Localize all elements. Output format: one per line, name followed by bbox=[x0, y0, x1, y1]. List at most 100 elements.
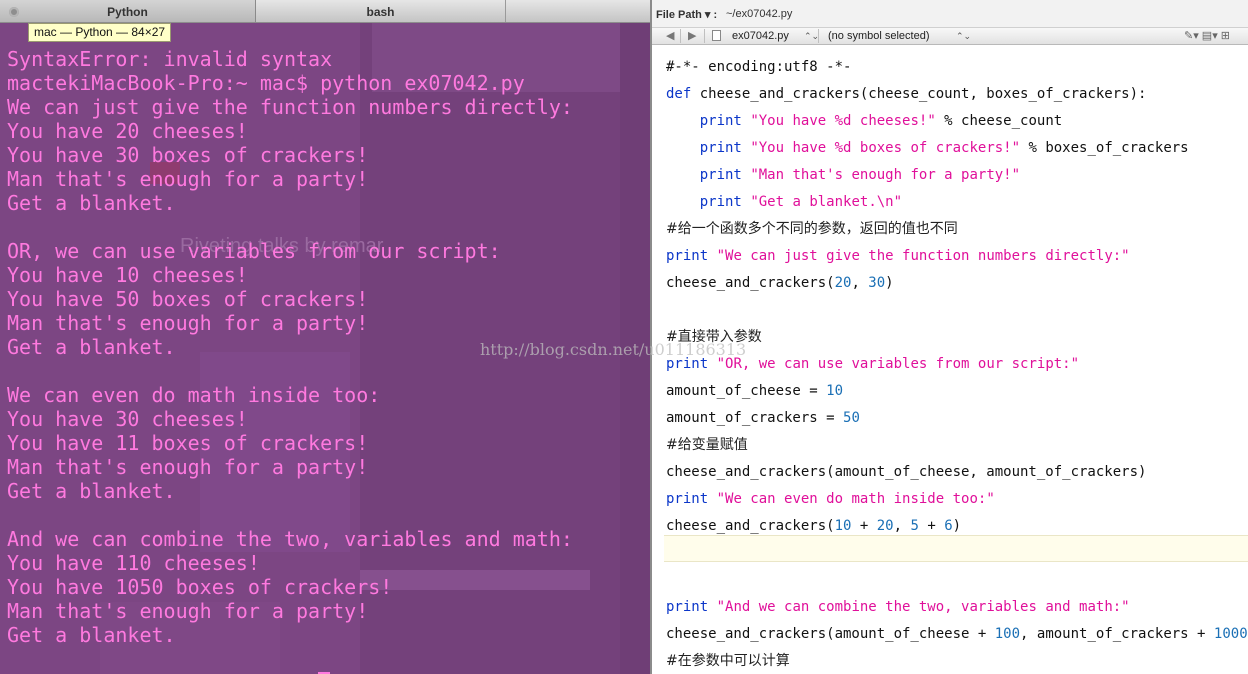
symbol-popup[interactable]: (no symbol selected) bbox=[828, 29, 930, 43]
code-text: amount_of_crackers = bbox=[666, 410, 844, 426]
code-number: 30 bbox=[868, 275, 886, 291]
separator bbox=[818, 29, 819, 43]
terminal-line: We can even do math inside too: bbox=[7, 383, 381, 407]
code-line: #在参数中可以计算 bbox=[666, 648, 790, 674]
code-keyword: print bbox=[699, 194, 742, 210]
terminal-line: Get a blanket. bbox=[7, 191, 176, 215]
terminal-line: You have 30 cheeses! bbox=[7, 407, 248, 431]
code-number: 50 bbox=[843, 410, 860, 426]
editor-toolbar-icons[interactable]: ✎▾ ▤▾ ⊞ bbox=[1184, 29, 1230, 43]
symbol-popup-arrows-icon[interactable]: ⌃⌄ bbox=[956, 29, 971, 43]
code-text: + bbox=[918, 518, 945, 534]
code-line: cheese_and_crackers(20, 30) bbox=[666, 270, 894, 297]
terminal-line: You have 20 cheeses! bbox=[7, 119, 248, 143]
code-text: amount_of_cheese = bbox=[666, 383, 827, 399]
code-line: print "Man that's enough for a party!" bbox=[666, 162, 1020, 189]
code-text: % cheese_count bbox=[935, 113, 1063, 129]
code-number: 5 bbox=[910, 518, 919, 534]
file-path-bar: File Path ▾ : ~/ex07042.py bbox=[652, 0, 1248, 28]
terminal-line: You have 11 boxes of crackers! bbox=[7, 431, 369, 455]
code-string: "We can even do math inside too:" bbox=[716, 491, 995, 507]
code-keyword: def bbox=[666, 86, 692, 102]
tab-close-icon[interactable] bbox=[9, 7, 19, 17]
code-text: + bbox=[851, 518, 877, 534]
code-number: 100 bbox=[994, 626, 1021, 642]
code-line: #-*- encoding:utf8 -*- bbox=[666, 54, 851, 81]
terminal-line: You have 50 boxes of crackers! bbox=[7, 287, 369, 311]
code-string: "OR, we can use variables from our scrip… bbox=[716, 356, 1080, 372]
file-popup-arrows-icon[interactable]: ⌃⌄ bbox=[804, 29, 819, 43]
navigation-bar: ◀ ▶ ex07042.py ⌃⌄ (no symbol selected) ⌃… bbox=[652, 28, 1248, 45]
terminal-line: mactekiMacBook-Pro:~ mac$ python ex07042… bbox=[7, 71, 525, 95]
code-text: , bbox=[851, 275, 869, 291]
terminal-line: You have 10 cheeses! bbox=[7, 263, 248, 287]
terminal-line: OR, we can use variables from our script… bbox=[7, 239, 501, 263]
code-line: print "We can just give the function num… bbox=[666, 243, 1130, 270]
code-line: print "Get a blanket.\n" bbox=[666, 189, 902, 216]
code-line: cheese_and_crackers(10 + 20, 5 + 6) bbox=[666, 513, 961, 540]
code-keyword: print bbox=[699, 167, 742, 183]
terminal-line: And we can combine the two, variables an… bbox=[7, 527, 573, 551]
code-text: cheese_and_crackers( bbox=[666, 275, 835, 291]
tab-python[interactable]: Python bbox=[0, 0, 256, 22]
separator bbox=[704, 29, 705, 43]
tab-python-label: Python bbox=[107, 5, 148, 19]
window-title-tooltip: mac — Python — 84×27 bbox=[28, 23, 172, 42]
terminal-line: Get a blanket. bbox=[7, 479, 176, 503]
code-line: print "We can even do math inside too:" bbox=[666, 486, 995, 513]
code-keyword: print bbox=[666, 491, 709, 507]
code-text: , bbox=[893, 518, 911, 534]
code-string: "And we can combine the two, variables a… bbox=[716, 599, 1130, 615]
code-text: #-*- encoding:utf8 -*- bbox=[666, 59, 852, 75]
code-number: 6 bbox=[944, 518, 953, 534]
code-number: 20 bbox=[876, 518, 894, 534]
file-path-menu[interactable]: File Path ▾ : bbox=[656, 8, 717, 21]
code-line: print "You have %d cheeses!" % cheese_co… bbox=[666, 108, 1062, 135]
back-arrow-icon[interactable]: ◀ bbox=[666, 29, 674, 43]
code-line: #给一个函数多个不同的参数，返回的值也不同 bbox=[666, 216, 958, 243]
file-path-value: ~/ex07042.py bbox=[726, 8, 793, 20]
code-line: print "You have %d boxes of crackers!" %… bbox=[666, 135, 1189, 162]
separator bbox=[680, 29, 681, 43]
code-comment: #给一个函数多个不同的参数，返回的值也不同 bbox=[666, 221, 958, 237]
file-popup[interactable]: ex07042.py bbox=[732, 29, 789, 43]
terminal-tab-bar: Python bash bbox=[0, 0, 650, 23]
code-line: print "And we can combine the two, varia… bbox=[666, 594, 1130, 621]
code-line: cheese_and_crackers(amount_of_cheese + 1… bbox=[666, 621, 1248, 648]
terminal-line: You have 110 cheeses! bbox=[7, 551, 260, 575]
terminal-line: Man that's enough for a party! bbox=[7, 311, 369, 335]
terminal-line: Man that's enough for a party! bbox=[7, 455, 369, 479]
code-string: "You have %d boxes of crackers!" bbox=[750, 140, 1021, 156]
code-text: cheese_and_crackers(cheese_count, boxes_… bbox=[691, 86, 1147, 102]
code-text: ) bbox=[885, 275, 894, 291]
tab-bash[interactable]: bash bbox=[256, 0, 506, 22]
code-editor[interactable]: File Path ▾ : ~/ex07042.py ◀ ▶ ex07042.p… bbox=[650, 0, 1248, 674]
code-text: % boxes_of_crackers bbox=[1020, 140, 1189, 156]
code-line: cheese_and_crackers(amount_of_cheese, am… bbox=[666, 459, 1146, 486]
code-keyword: print bbox=[699, 113, 742, 129]
terminal-line: Man that's enough for a party! bbox=[7, 167, 369, 191]
watermark-text: http://blog.csdn.net/u011186313 bbox=[480, 340, 747, 359]
code-line: def cheese_and_crackers(cheese_count, bo… bbox=[666, 81, 1146, 108]
code-number: 20 bbox=[834, 275, 852, 291]
terminal-line: Man that's enough for a party! bbox=[7, 599, 369, 623]
code-keyword: print bbox=[699, 140, 742, 156]
tab-bash-label: bash bbox=[366, 5, 395, 19]
code-text: , amount_of_crackers + bbox=[1020, 626, 1214, 642]
code-comment: #给变量赋值 bbox=[666, 437, 748, 453]
code-text: cheese_and_crackers(amount_of_cheese + bbox=[666, 626, 995, 642]
terminal-window[interactable]: Riveting talks by remar Python bash mac … bbox=[0, 0, 650, 674]
terminal-line: We can just give the function numbers di… bbox=[7, 95, 573, 119]
terminal-line: You have 1050 boxes of crackers! bbox=[7, 575, 393, 599]
code-number: 10 bbox=[826, 383, 844, 399]
code-string: "We can just give the function numbers d… bbox=[716, 248, 1130, 264]
forward-arrow-icon[interactable]: ▶ bbox=[688, 29, 696, 43]
code-line: amount_of_cheese = 10 bbox=[666, 378, 843, 405]
code-number: 1000 bbox=[1213, 626, 1248, 642]
